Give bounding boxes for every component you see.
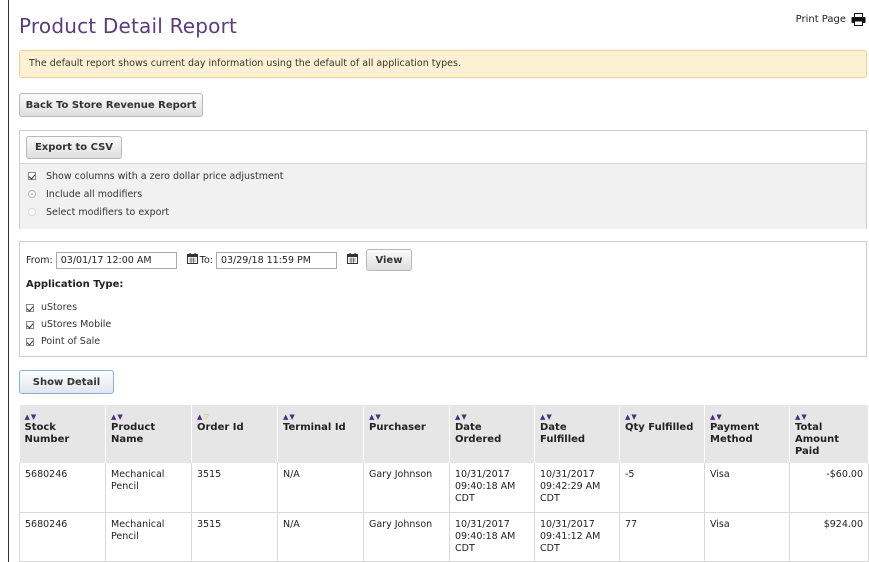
report-table: ▲▼ Stock Number ▲▼ Product Name ▲▽ Order Id… — [19, 405, 869, 562]
from-date-input[interactable]: 03/01/17 12:00 AM — [55, 251, 177, 269]
app-type-ustores-mobile[interactable]: uStores Mobile — [26, 316, 111, 333]
column-label: Stock Number — [24, 422, 70, 445]
app-type-point-of-sale[interactable]: Point of Sale — [26, 333, 111, 350]
column-label: Terminal Id — [283, 422, 346, 433]
to-date-input[interactable]: 03/29/18 11:59 PM — [215, 251, 337, 269]
cell-order-id: 3515 — [191, 512, 278, 562]
export-options: Show columns with a zero dollar price ad… — [20, 164, 866, 229]
column-header-payment-method[interactable]: ▲▼ Payment Method — [704, 405, 790, 463]
show-detail-button[interactable]: Show Detail — [19, 370, 114, 394]
column-header-terminal-id[interactable]: ▲▼ Terminal Id — [277, 405, 364, 463]
calendar-icon[interactable] — [186, 253, 198, 267]
sort-arrows-icon[interactable]: ▲▼ — [540, 413, 614, 422]
zero-price-label: Show columns with a zero dollar price ad… — [46, 170, 284, 182]
application-type-list: uStores uStores Mobile Point of Sale — [26, 299, 111, 350]
report-frame: Product Detail Report Print Page The def… — [8, 0, 869, 562]
table-row: 5680246 Mechanical Pencil 3515 N/A Gary … — [19, 512, 869, 562]
app-type-label: uStores — [41, 302, 78, 313]
sort-arrows-icon[interactable]: ▲▽ — [197, 413, 272, 422]
sort-arrows-icon[interactable]: ▲▼ — [111, 413, 186, 422]
column-label: Date Fulfilled — [540, 422, 586, 445]
cell-date-ordered: 10/31/2017 09:40:18 AM CDT — [449, 512, 535, 562]
cell-date-fulfilled: 10/31/2017 09:42:29 AM CDT — [534, 463, 620, 513]
print-page-label: Print Page — [795, 14, 846, 25]
column-header-order-id[interactable]: ▲▽ Order Id — [191, 405, 278, 463]
include-all-modifiers-radio[interactable] — [28, 190, 36, 198]
sort-arrows-icon[interactable]: ▲▼ — [283, 413, 358, 422]
app-type-label: uStores Mobile — [41, 319, 112, 330]
cell-qty-fulfilled: 77 — [619, 512, 705, 562]
cell-product-name: Mechanical Pencil — [105, 463, 192, 513]
app-type-checkbox[interactable] — [26, 337, 34, 346]
application-type-label: Application Type: — [26, 279, 124, 290]
cell-purchaser: Gary Johnson — [363, 463, 450, 513]
cell-payment-method: Visa — [704, 512, 790, 562]
column-header-purchaser[interactable]: ▲▼ Purchaser — [363, 405, 450, 463]
sort-arrows-icon[interactable]: ▲▼ — [710, 413, 784, 422]
to-label: To: — [199, 254, 213, 266]
sort-arrows-icon[interactable]: ▲▼ — [369, 413, 444, 422]
cell-date-ordered: 10/31/2017 09:40:18 AM CDT — [449, 463, 535, 513]
cell-date-fulfilled: 10/31/2017 09:41:12 AM CDT — [534, 512, 620, 562]
column-label: Order Id — [197, 422, 244, 433]
column-label: Product Name — [111, 422, 156, 445]
column-label: Total Amount Paid — [795, 422, 840, 457]
table-header-row: ▲▼ Stock Number ▲▼ Product Name ▲▽ Order Id… — [19, 405, 869, 463]
app-type-checkbox[interactable] — [26, 320, 34, 329]
cell-terminal-id: N/A — [277, 512, 364, 562]
export-csv-button[interactable]: Export to CSV — [26, 136, 122, 159]
column-header-stock-number[interactable]: ▲▼ Stock Number — [19, 405, 106, 463]
column-label: Date Ordered — [455, 422, 502, 445]
sort-arrows-icon[interactable]: ▲▼ — [625, 413, 699, 422]
select-modifiers-option[interactable]: Select modifiers to export — [20, 203, 866, 221]
printer-icon — [851, 13, 866, 26]
column-header-date-ordered[interactable]: ▲▼ Date Ordered — [449, 405, 535, 463]
date-range-row: From: 03/01/17 12:00 AM To: 03/29/18 11:… — [26, 249, 412, 271]
column-header-date-fulfilled[interactable]: ▲▼ Date Fulfilled — [534, 405, 620, 463]
cell-total-amount-paid: -$60.00 — [789, 463, 869, 513]
sort-arrows-icon[interactable]: ▲▼ — [455, 413, 529, 422]
column-label: Qty Fulfilled — [625, 422, 694, 433]
back-to-store-revenue-button[interactable]: Back To Store Revenue Report — [19, 93, 203, 117]
cell-stock-number: 5680246 — [19, 512, 106, 562]
cell-product-name: Mechanical Pencil — [105, 512, 192, 562]
column-label: Purchaser — [369, 422, 426, 433]
column-header-product-name[interactable]: ▲▼ Product Name — [105, 405, 192, 463]
select-modifiers-radio[interactable] — [28, 208, 36, 216]
calendar-icon[interactable] — [346, 253, 358, 267]
column-header-qty-fulfilled[interactable]: ▲▼ Qty Fulfilled — [619, 405, 705, 463]
sort-arrows-icon[interactable]: ▲▼ — [25, 413, 101, 422]
cell-stock-number: 5680246 — [19, 463, 106, 513]
export-panel: Export to CSV Show columns with a zero d… — [19, 130, 867, 229]
app-type-checkbox[interactable] — [26, 303, 34, 312]
column-header-total-amount-paid[interactable]: ▲▼ Total Amount Paid — [789, 405, 869, 463]
export-toolbar: Export to CSV — [20, 131, 866, 164]
print-page-link[interactable]: Print Page — [796, 13, 866, 26]
cell-qty-fulfilled: -5 — [619, 463, 705, 513]
cell-total-amount-paid: $924.00 — [789, 512, 869, 562]
filter-panel: From: 03/01/17 12:00 AM To: 03/29/18 11:… — [19, 241, 867, 357]
zero-price-checkbox[interactable] — [28, 172, 36, 180]
column-label: Payment Method — [710, 422, 760, 445]
app-type-ustores[interactable]: uStores — [26, 299, 111, 316]
cell-order-id: 3515 — [191, 463, 278, 513]
app-type-label: Point of Sale — [41, 336, 101, 347]
view-button[interactable]: View — [365, 249, 412, 271]
cell-purchaser: Gary Johnson — [363, 512, 450, 562]
cell-terminal-id: N/A — [277, 463, 364, 513]
info-notice: The default report shows current day inf… — [19, 50, 867, 78]
cell-payment-method: Visa — [704, 463, 790, 513]
sort-arrows-icon[interactable]: ▲▼ — [795, 413, 863, 422]
page-title: Product Detail Report — [19, 14, 238, 38]
select-modifiers-label: Select modifiers to export — [46, 206, 170, 218]
include-all-modifiers-label: Include all modifiers — [46, 188, 143, 200]
from-label: From: — [26, 254, 53, 266]
zero-price-option[interactable]: Show columns with a zero dollar price ad… — [20, 167, 866, 185]
include-all-modifiers-option[interactable]: Include all modifiers — [20, 185, 866, 203]
table-row: 5680246 Mechanical Pencil 3515 N/A Gary … — [19, 463, 869, 513]
